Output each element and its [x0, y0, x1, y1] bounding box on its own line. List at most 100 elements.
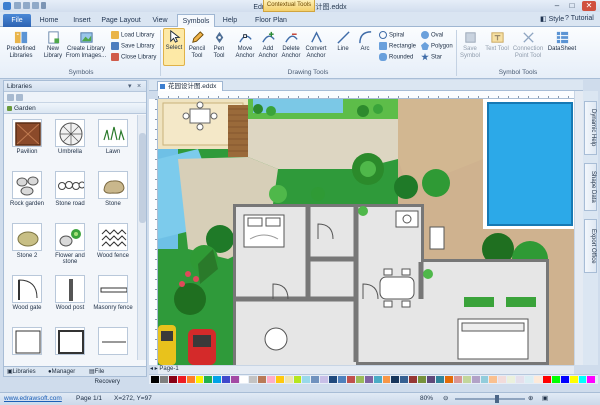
- color-swatch[interactable]: [400, 376, 409, 383]
- dynamic-help-tab[interactable]: Dynamic Help: [584, 101, 597, 155]
- color-swatch[interactable]: [525, 376, 533, 383]
- arc-tool-button[interactable]: Arc: [355, 30, 375, 53]
- tab-page-layout[interactable]: Page Layout: [100, 14, 142, 27]
- color-swatch[interactable]: [284, 376, 293, 383]
- oval-tool-button[interactable]: Oval: [421, 31, 443, 40]
- select-tool-button[interactable]: Select: [163, 28, 185, 66]
- color-swatch[interactable]: [542, 376, 551, 383]
- shape-stone-road[interactable]: Stone road: [48, 169, 92, 221]
- tab-view[interactable]: View: [148, 14, 172, 27]
- close-button[interactable]: ✕: [582, 1, 596, 11]
- color-swatch[interactable]: [186, 376, 195, 383]
- delete-anchor-button[interactable]: Delete Anchor: [279, 30, 303, 60]
- library-search-icon[interactable]: [16, 94, 23, 101]
- star-tool-button[interactable]: Star: [421, 53, 442, 62]
- shape-wood-post[interactable]: Wood post: [48, 273, 92, 325]
- color-swatch[interactable]: [329, 376, 338, 383]
- page-nav-arrows[interactable]: ◂ ▸: [150, 366, 159, 372]
- connection-point-button[interactable]: Connection Point Tool: [511, 30, 545, 60]
- color-swatch[interactable]: [569, 376, 578, 383]
- pen-tool-button[interactable]: Pen Tool: [209, 30, 229, 60]
- color-swatch[interactable]: [444, 376, 453, 383]
- shape-flower-and-stone[interactable]: Flower and stone: [48, 221, 92, 273]
- shape-lawn[interactable]: Lawn: [91, 117, 135, 169]
- tab-insert[interactable]: Insert: [68, 14, 96, 27]
- shape-pavilion[interactable]: Pavilion: [5, 117, 49, 169]
- document-tab[interactable]: 花园设计图.eddx: [157, 81, 224, 91]
- new-library-button[interactable]: New Library: [40, 30, 66, 60]
- color-swatch[interactable]: [587, 376, 596, 383]
- save-library-button[interactable]: Save Library: [111, 42, 155, 51]
- shape-rock-garden[interactable]: Rock garden: [5, 169, 49, 221]
- color-swatch[interactable]: [302, 376, 311, 383]
- convert-anchor-button[interactable]: Convert Anchor: [302, 30, 330, 60]
- fit-page-icon[interactable]: ▣: [542, 393, 548, 405]
- shape-stone-2[interactable]: Stone 2: [5, 221, 49, 273]
- datasheet-button[interactable]: DataSheet: [547, 30, 577, 53]
- manager-tab[interactable]: ● Manager: [48, 367, 75, 377]
- color-swatch[interactable]: [222, 376, 231, 383]
- tab-home[interactable]: Home: [36, 14, 62, 27]
- shape-masonry-fence[interactable]: Masonry fence: [91, 273, 135, 325]
- color-swatch[interactable]: [275, 376, 284, 383]
- color-swatch[interactable]: [213, 376, 222, 383]
- tutorial-menu[interactable]: ? Tutorial: [565, 15, 594, 22]
- zoom-slider[interactable]: [455, 395, 525, 403]
- color-swatch[interactable]: [453, 376, 462, 383]
- panel-close-icon[interactable]: ×: [137, 81, 141, 92]
- shape-umbrella[interactable]: Umbrella: [48, 117, 92, 169]
- minimize-button[interactable]: –: [550, 1, 564, 11]
- color-swatch[interactable]: [364, 376, 373, 383]
- color-swatch[interactable]: [338, 376, 346, 383]
- library-category[interactable]: Garden: [4, 103, 146, 114]
- tab-floor-plan[interactable]: Floor Plan: [253, 14, 289, 27]
- move-anchor-button[interactable]: Move Anchor: [233, 30, 257, 60]
- color-swatch[interactable]: [195, 376, 204, 383]
- color-swatch[interactable]: [159, 376, 168, 383]
- vertical-scrollbar[interactable]: [574, 91, 583, 365]
- rounded-rect-tool-button[interactable]: Rounded: [379, 53, 413, 62]
- add-anchor-button[interactable]: Add Anchor: [256, 30, 280, 60]
- color-swatch[interactable]: [391, 376, 400, 383]
- color-swatch[interactable]: [516, 376, 525, 383]
- style-menu[interactable]: ◧ Style: [540, 15, 564, 23]
- color-swatch[interactable]: [320, 376, 329, 383]
- color-swatch[interactable]: [373, 376, 382, 383]
- color-swatch[interactable]: [471, 376, 480, 383]
- color-swatch[interactable]: [498, 376, 507, 383]
- library-scrollbar[interactable]: [137, 115, 146, 360]
- color-swatch[interactable]: [248, 376, 257, 383]
- predefined-libraries-button[interactable]: Predefined Libraries: [4, 30, 38, 60]
- tab-symbols[interactable]: Symbols: [177, 14, 215, 27]
- website-link[interactable]: www.edrawsoft.com: [4, 393, 62, 405]
- color-swatch[interactable]: [240, 376, 248, 383]
- shape-item[interactable]: [48, 325, 92, 360]
- shape-wood-fence[interactable]: Wood fence: [91, 221, 135, 273]
- color-swatch[interactable]: [266, 376, 275, 383]
- color-swatch[interactable]: [427, 376, 435, 383]
- color-swatch[interactable]: [533, 376, 542, 383]
- pin-icon[interactable]: ▾: [128, 81, 132, 92]
- shape-data-tab[interactable]: Shape Data: [584, 163, 597, 211]
- color-swatch[interactable]: [257, 376, 266, 383]
- shape-item[interactable]: [91, 325, 135, 360]
- color-swatch[interactable]: [409, 376, 418, 383]
- scroll-thumb[interactable]: [139, 133, 146, 223]
- load-library-button[interactable]: Load Library: [111, 31, 154, 40]
- drawing-canvas[interactable]: [158, 99, 574, 365]
- library-menu-icon[interactable]: [7, 94, 14, 101]
- color-swatch[interactable]: [551, 376, 560, 383]
- horizontal-scrollbar[interactable]: [158, 365, 574, 374]
- pencil-tool-button[interactable]: Pencil Tool: [186, 30, 208, 60]
- color-swatch[interactable]: [177, 376, 186, 383]
- color-swatch[interactable]: [346, 376, 355, 383]
- shape-item[interactable]: [5, 325, 49, 360]
- color-swatch[interactable]: [462, 376, 471, 383]
- color-swatch[interactable]: [204, 376, 213, 383]
- color-swatch[interactable]: [507, 376, 516, 383]
- libraries-tab[interactable]: ▣ Libraries: [7, 367, 36, 377]
- spiral-tool-button[interactable]: Spiral: [379, 31, 404, 40]
- color-swatch[interactable]: [168, 376, 177, 383]
- color-swatch[interactable]: [560, 376, 569, 383]
- color-swatch[interactable]: [311, 376, 320, 383]
